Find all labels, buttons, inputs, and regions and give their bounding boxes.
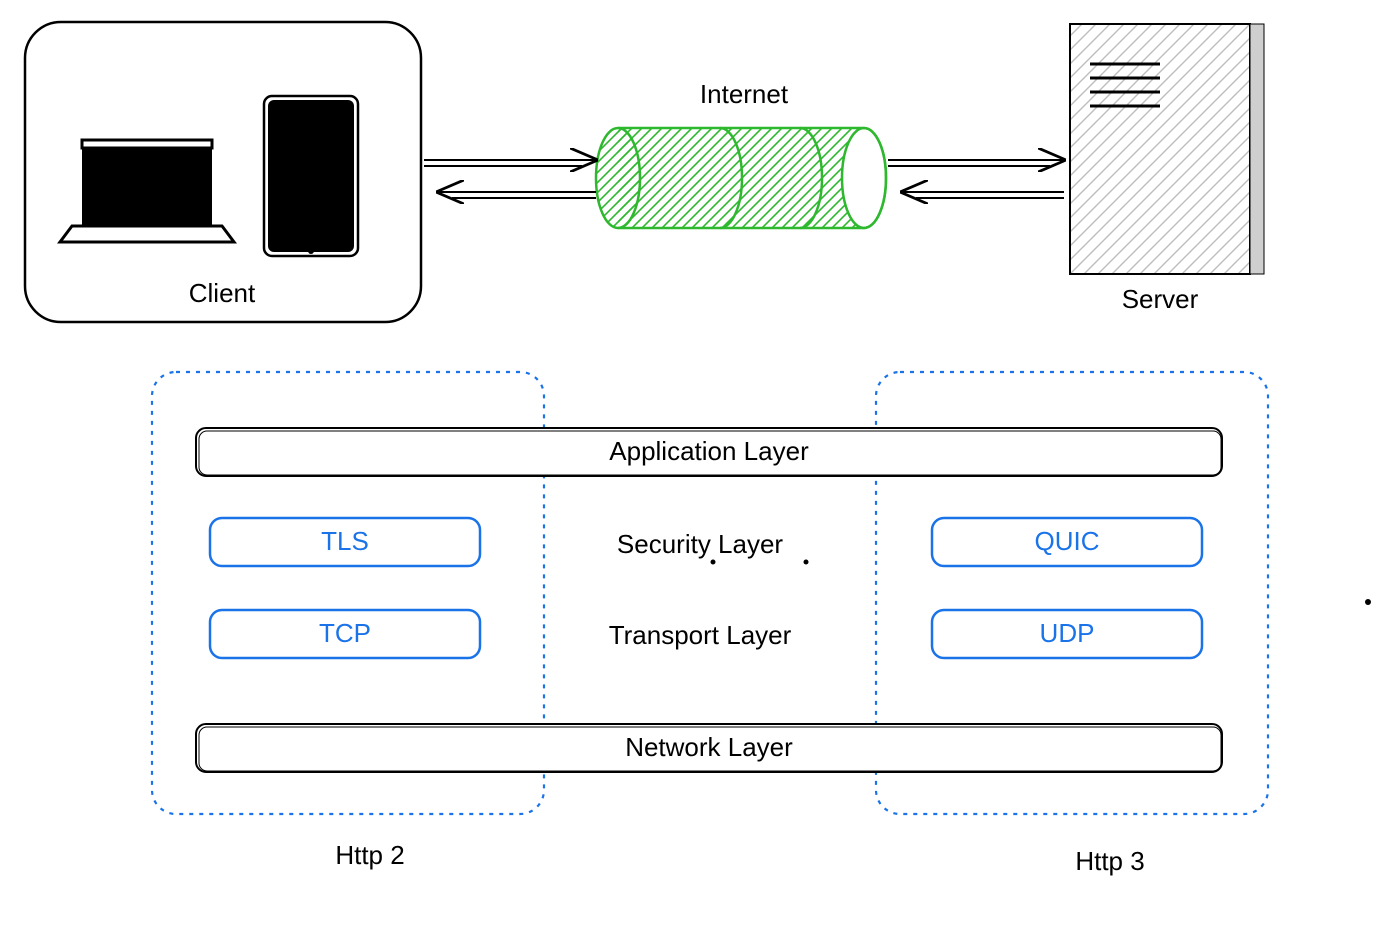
server-box: Server — [1070, 24, 1264, 314]
arrow-client-to-internet — [424, 160, 596, 166]
http2-label: Http 2 — [335, 840, 404, 870]
internet-label: Internet — [700, 79, 789, 109]
transport-layer-label: Transport Layer — [609, 620, 792, 650]
arrow-internet-to-server — [888, 160, 1064, 166]
arrow-server-to-internet — [902, 192, 1064, 198]
tls-box: TLS — [210, 518, 480, 566]
security-layer-label: Security Layer — [617, 529, 784, 559]
udp-box: UDP — [932, 610, 1202, 658]
tcp-label: TCP — [319, 618, 371, 648]
arrow-internet-to-client — [438, 192, 596, 198]
phone-icon — [264, 96, 358, 256]
server-label: Server — [1122, 284, 1199, 314]
internet-cylinder: Internet — [596, 79, 886, 228]
application-layer-label: Application Layer — [609, 436, 809, 466]
http3-label: Http 3 — [1075, 846, 1144, 876]
udp-label: UDP — [1040, 618, 1095, 648]
laptop-icon — [60, 140, 234, 242]
application-layer-box: Application Layer — [196, 428, 1222, 476]
quic-box: QUIC — [932, 518, 1202, 566]
quic-label: QUIC — [1035, 526, 1100, 556]
tcp-box: TCP — [210, 610, 480, 658]
client-label: Client — [189, 278, 256, 308]
network-layer-label: Network Layer — [625, 732, 793, 762]
tls-label: TLS — [321, 526, 369, 556]
client-box: Client — [25, 22, 421, 322]
network-layer-box: Network Layer — [196, 724, 1222, 772]
